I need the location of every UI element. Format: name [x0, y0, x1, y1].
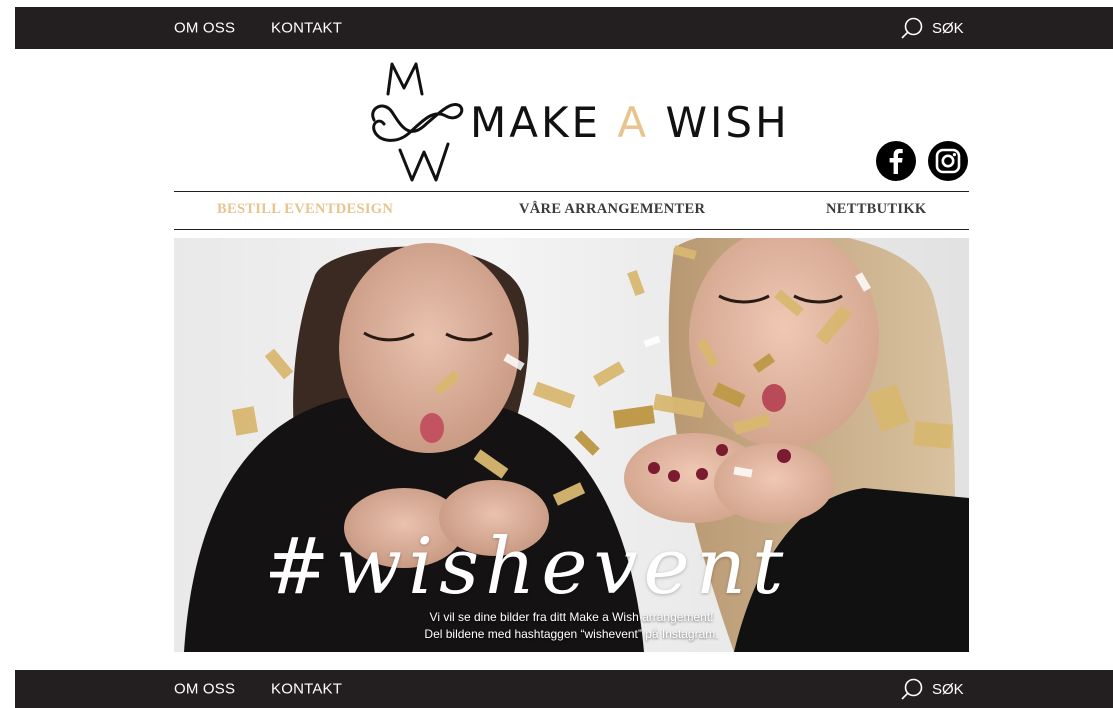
- nav-divider-bottom: [174, 229, 969, 230]
- search-label: SØK: [932, 19, 964, 37]
- facebook-icon: [889, 148, 903, 174]
- footer-search-label: SØK: [932, 680, 964, 698]
- about-link[interactable]: OM OSS: [174, 20, 235, 37]
- hero-hashtag: #wishevent: [264, 522, 790, 612]
- search-button[interactable]: SØK: [900, 16, 964, 40]
- nav-item-bestill-eventdesign[interactable]: BESTILL EVENTDESIGN: [217, 201, 393, 218]
- nav-item-vare-arrangementer[interactable]: VÅRE ARRANGEMENTER: [519, 201, 705, 218]
- top-bar: OM OSS KONTAKT SØK: [15, 7, 1113, 49]
- logo[interactable]: MAKE A WISH: [366, 60, 787, 184]
- hero-banner[interactable]: #wishevent Vi vil se dine bilder fra dit…: [174, 238, 969, 652]
- instagram-icon: [935, 148, 961, 174]
- hero-caption-line2: Del bildene med hashtaggen “wishevent” p…: [424, 627, 719, 641]
- nav-divider-top: [174, 191, 969, 192]
- footer-about-link[interactable]: OM OSS: [174, 681, 235, 698]
- logo-monogram-icon: [371, 62, 464, 182]
- hero-caption-line1: Vi vil se dine bilder fra ditt Make a Wi…: [429, 610, 714, 624]
- search-icon: [900, 16, 924, 40]
- search-icon: [900, 677, 924, 701]
- logo-wordmark: MAKE A WISH: [470, 98, 790, 147]
- footer-search-button[interactable]: SØK: [900, 677, 964, 701]
- footer-bar: OM OSS KONTAKT SØK: [15, 670, 1113, 708]
- nav-item-nettbutikk[interactable]: NETTBUTIKK: [826, 201, 927, 218]
- instagram-button[interactable]: [928, 141, 968, 181]
- footer-contact-link[interactable]: KONTAKT: [271, 681, 342, 698]
- facebook-button[interactable]: [876, 141, 916, 181]
- contact-link[interactable]: KONTAKT: [271, 20, 342, 37]
